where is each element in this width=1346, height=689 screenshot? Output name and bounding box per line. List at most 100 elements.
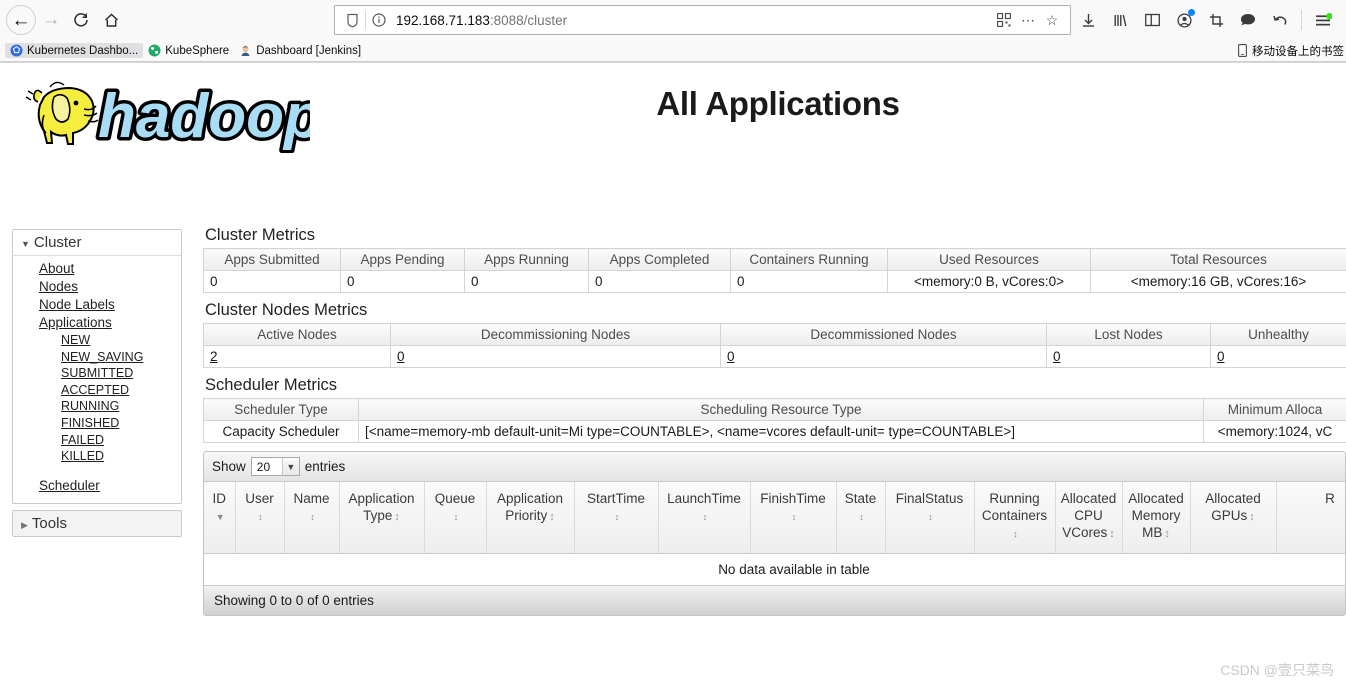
bookmark-jenkins-dashboard[interactable]: Dashboard [Jenkins] (234, 43, 366, 58)
sidebar-item-scheduler[interactable]: Scheduler (13, 477, 181, 495)
star-icon[interactable]: ☆ (1040, 12, 1064, 29)
sidebar-item-new-saving[interactable]: NEW_SAVING (13, 349, 181, 366)
col-allocated-cpu-vcores[interactable]: Allocated CPU VCores ↕ (1055, 482, 1123, 554)
bookmark-kubernetes-dashboard[interactable]: Kubernetes Dashbo... (5, 43, 144, 58)
address-bar[interactable]: 192.168.71.183:8088/cluster ⋯ ☆ (334, 5, 1071, 35)
datatable-length-control: Show 20 ▼ entries (204, 452, 1345, 482)
col-queue[interactable]: Queue ↕ (424, 482, 487, 554)
col-label: User (245, 491, 274, 506)
val-decommissioning-nodes[interactable]: 0 (397, 349, 405, 364)
kubesphere-icon (148, 44, 161, 57)
page-content: hadoop hadoop All Applications ▼ Cluster … (0, 63, 1346, 688)
sort-both-icon: ↕ (928, 512, 933, 522)
val-unhealthy-nodes[interactable]: 0 (1217, 349, 1225, 364)
col-label: FinalStatus (895, 491, 964, 506)
library-icon[interactable] (1105, 5, 1135, 35)
undo-icon[interactable] (1265, 5, 1295, 35)
col-finalstatus[interactable]: FinalStatus ↕ (885, 482, 975, 554)
sidebar: ▼ Cluster About Nodes Node Labels Applica… (12, 229, 182, 543)
col-launchtime[interactable]: LaunchTime ↕ (658, 482, 751, 554)
mobile-bookmarks-item[interactable]: 移动设备上的书签 (1236, 43, 1344, 59)
sidebar-item-applications[interactable]: Applications (13, 314, 181, 332)
val-active-nodes-cell: 2 (203, 345, 391, 368)
sort-both-icon: ↕ (549, 511, 555, 523)
home-button[interactable] (96, 5, 126, 35)
datatable-info: Showing 0 to 0 of 0 entries (204, 586, 1345, 615)
col-lost-nodes: Lost Nodes (1046, 323, 1211, 346)
downloads-icon[interactable] (1073, 5, 1103, 35)
sidebar-links: About Nodes Node Labels Applications NEW… (13, 256, 181, 503)
table-empty-row: No data available in table (204, 553, 1345, 586)
account-icon[interactable] (1169, 5, 1199, 35)
col-running-containers[interactable]: Running Containers ↕ (974, 482, 1056, 554)
col-label: ID (212, 491, 227, 506)
col-allocated-memory-mb[interactable]: Allocated Memory MB ↕ (1122, 482, 1191, 554)
address-bar-container: 192.168.71.183:8088/cluster ⋯ ☆ (334, 5, 1071, 35)
sidebar-item-accepted[interactable]: ACCEPTED (13, 382, 181, 399)
sort-both-icon: ↕ (1249, 511, 1255, 523)
col-containers-running: Containers Running (730, 248, 888, 271)
scheduler-metrics-table: Scheduler Type Scheduling Resource Type … (203, 398, 1346, 443)
col-starttime[interactable]: StartTime ↕ (574, 482, 659, 554)
col-decommissioning-nodes: Decommissioning Nodes (390, 323, 721, 346)
col-state[interactable]: State ↕ (836, 482, 886, 554)
watermark: CSDN @壹只菜鸟 (1220, 662, 1334, 678)
sort-both-icon: ↕ (859, 512, 864, 522)
col-label: StartTime (586, 491, 645, 506)
col-unhealthy-nodes: Unhealthy (1210, 323, 1346, 346)
col-id[interactable]: ID ▼ (204, 482, 236, 554)
sidebar-section-cluster[interactable]: ▼ Cluster (13, 230, 181, 256)
col-label: State (844, 491, 877, 506)
col-minimum-allocation: Minimum Alloca (1203, 398, 1346, 421)
chat-icon[interactable] (1233, 5, 1263, 35)
sidebar-item-about[interactable]: About (13, 260, 181, 278)
sidebar-section-tools[interactable]: ▶ Tools (13, 510, 181, 536)
url-text[interactable]: 192.168.71.183:8088/cluster (390, 13, 992, 28)
sidebar-item-running[interactable]: RUNNING (13, 398, 181, 415)
col-application-type[interactable]: Application Type ↕ (339, 482, 425, 554)
reload-button[interactable] (66, 5, 96, 35)
table-header-row: Active Nodes Decommissioning Nodes Decom… (203, 323, 1346, 346)
browser-chrome: ← → 192.168.71.183:8088/cluster ⋯ ☆ Kube… (0, 0, 1346, 63)
bookmark-kubesphere[interactable]: KubeSphere (143, 43, 234, 58)
col-finishtime[interactable]: FinishTime ↕ (750, 482, 837, 554)
val-lost-nodes-cell: 0 (1046, 345, 1211, 368)
col-application-priority[interactable]: Application Priority ↕ (486, 482, 575, 554)
sidebar-icon[interactable] (1137, 5, 1167, 35)
sort-both-icon: ↕ (1013, 529, 1018, 539)
menu-icon[interactable] (1308, 5, 1338, 35)
arrow-left-icon: ← (6, 5, 36, 35)
col-reserved-truncated[interactable]: R (1276, 482, 1345, 554)
col-label: Allocated CPU VCores (1060, 491, 1117, 540)
sort-desc-icon: ▼ (215, 512, 225, 522)
col-name[interactable]: Name ↕ (284, 482, 340, 554)
sort-both-icon: ↕ (1109, 528, 1115, 540)
sort-both-icon: ↕ (310, 512, 315, 522)
val-decommissioned-nodes-cell: 0 (720, 345, 1047, 368)
val-active-nodes[interactable]: 2 (210, 349, 218, 364)
page-size-select[interactable]: 20 ▼ (250, 457, 300, 476)
screenshot-icon[interactable] (1201, 5, 1231, 35)
val-unhealthy-nodes-cell: 0 (1210, 345, 1346, 368)
sidebar-item-new[interactable]: NEW (13, 332, 181, 349)
col-used-resources: Used Resources (887, 248, 1091, 271)
sidebar-item-nodes[interactable]: Nodes (13, 278, 181, 296)
sidebar-item-finished[interactable]: FINISHED (13, 415, 181, 432)
val-lost-nodes[interactable]: 0 (1053, 349, 1061, 364)
info-circle-icon[interactable] (368, 10, 390, 30)
sidebar-item-failed[interactable]: FAILED (13, 432, 181, 449)
back-button[interactable]: ← (6, 5, 36, 35)
ellipsis-icon[interactable]: ⋯ (1016, 12, 1040, 29)
col-user[interactable]: User ↕ (235, 482, 285, 554)
val-decommissioned-nodes[interactable]: 0 (727, 349, 735, 364)
shield-icon[interactable] (341, 10, 363, 30)
col-label: Queue (434, 491, 476, 506)
table-header-row: Scheduler Type Scheduling Resource Type … (203, 398, 1346, 421)
qr-code-icon[interactable] (992, 13, 1016, 27)
val-decommissioning-nodes-cell: 0 (390, 345, 721, 368)
sidebar-item-killed[interactable]: KILLED (13, 448, 181, 465)
forward-button[interactable]: → (36, 5, 66, 35)
col-allocated-gpus[interactable]: Allocated GPUs ↕ (1190, 482, 1277, 554)
sidebar-item-node-labels[interactable]: Node Labels (13, 296, 181, 314)
sidebar-item-submitted[interactable]: SUBMITTED (13, 365, 181, 382)
